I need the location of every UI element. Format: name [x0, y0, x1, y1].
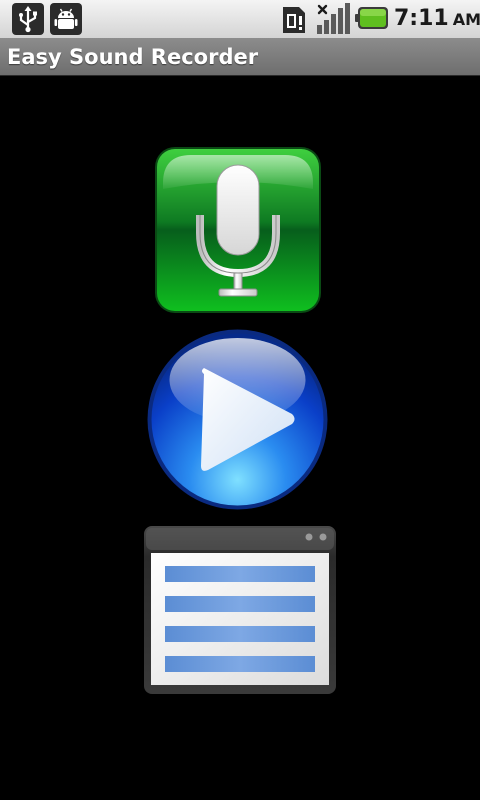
list-window-icon	[144, 526, 336, 694]
status-bar: 7:11 AM	[0, 0, 480, 38]
play-button[interactable]	[146, 328, 329, 511]
android-debug-icon	[50, 3, 82, 35]
clock-time: 7:11	[394, 6, 449, 31]
record-button[interactable]	[153, 145, 323, 315]
title-bar: Easy Sound Recorder	[0, 38, 480, 76]
recordings-list-button[interactable]	[143, 525, 337, 695]
battery-icon	[355, 6, 389, 30]
usb-icon	[12, 3, 44, 35]
microphone-icon	[155, 147, 321, 313]
app-title: Easy Sound Recorder	[7, 45, 259, 69]
sim-icon	[281, 5, 307, 35]
play-icon	[147, 329, 328, 510]
signal-icon	[316, 3, 350, 35]
clock-ampm: AM	[452, 10, 480, 29]
status-clock: 7:11 AM	[394, 4, 480, 34]
